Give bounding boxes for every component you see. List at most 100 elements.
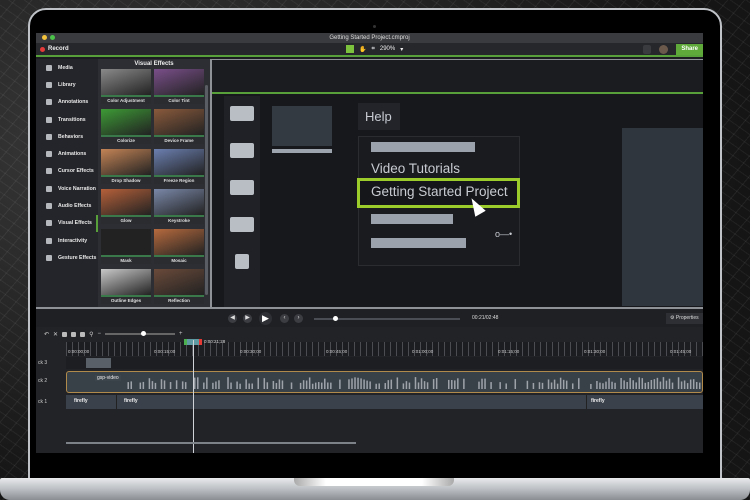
- pan-tool-icon[interactable]: ✋: [359, 46, 366, 53]
- animations-icon: [46, 151, 52, 158]
- undo-icon[interactable]: ↶: [44, 331, 49, 338]
- waveform-bar: [463, 378, 465, 389]
- ruler-tick-label: 0:00:45;00: [326, 349, 348, 354]
- panel-scrollbar[interactable]: [205, 85, 208, 295]
- waveform-bar: [327, 382, 329, 389]
- ruler-tick-label: 0:00:00;00: [68, 349, 90, 354]
- waveform-bar: [245, 379, 247, 389]
- chevron-down-icon[interactable]: ▾: [400, 46, 403, 53]
- effect-tile[interactable]: Color Tint: [154, 69, 204, 106]
- share-button[interactable]: Share: [676, 43, 703, 55]
- sidebar-item-gesture-effects[interactable]: Gesture Effects: [36, 249, 98, 266]
- minimize-button[interactable]: [42, 35, 47, 40]
- sidebar-item-animations[interactable]: Animations: [36, 145, 98, 162]
- waveform-bar: [212, 382, 214, 389]
- sidebar-item-audio-effects[interactable]: Audio Effects: [36, 197, 98, 214]
- sidebar-item-interactivity[interactable]: Interactivity: [36, 232, 98, 249]
- window-controls: [42, 35, 55, 40]
- microphone-icon[interactable]: [643, 44, 652, 54]
- properties-button[interactable]: ⚙ Properties: [666, 313, 703, 324]
- clip-name[interactable]: firefly: [124, 398, 138, 404]
- waveform-bar: [611, 381, 613, 389]
- step-back-button[interactable]: ◀: [228, 314, 237, 323]
- menu-item-placeholder[interactable]: [371, 142, 475, 152]
- sidebar-item-library[interactable]: Library: [36, 76, 98, 93]
- waveform-bar: [662, 377, 665, 389]
- right-toolbar: Share: [643, 43, 703, 55]
- sidebar-item-cursor-effects[interactable]: Cursor Effects: [36, 163, 98, 180]
- menu-item-placeholder[interactable]: [371, 214, 453, 224]
- previous-button[interactable]: ‹: [280, 314, 289, 323]
- effect-thumbnail: [154, 149, 204, 177]
- play-button[interactable]: ▶: [259, 312, 272, 325]
- effect-tile[interactable]: Mask: [101, 229, 151, 266]
- waveform-bar: [665, 380, 668, 389]
- waveform-bar: [215, 381, 217, 389]
- behaviors-icon: [235, 254, 249, 269]
- sidebar-item-behaviors[interactable]: Behaviors: [36, 128, 98, 145]
- arrow-tool-icon[interactable]: [346, 45, 354, 53]
- avatar[interactable]: [659, 44, 669, 54]
- copy-icon[interactable]: [62, 331, 68, 337]
- sidebar-item-transitions[interactable]: Transitions: [36, 111, 98, 128]
- search-icon[interactable]: ⚲: [89, 331, 93, 338]
- effect-tile[interactable]: Glow: [101, 189, 151, 226]
- sidebar-item-media[interactable]: Media: [36, 59, 98, 76]
- effect-tile[interactable]: Outline Edges: [101, 269, 151, 306]
- effect-label: Color Adjustment: [101, 97, 151, 104]
- effect-label: Device Frame: [154, 137, 204, 144]
- playhead-line[interactable]: [193, 340, 194, 453]
- sidebar-item-voice-narration[interactable]: Voice Narration: [36, 180, 98, 197]
- effect-tile[interactable]: Drop Shadow: [101, 149, 151, 186]
- waveform-bar: [451, 380, 453, 389]
- waveform-bar: [203, 382, 205, 389]
- effect-tile[interactable]: Reflection: [154, 269, 204, 306]
- ruler-tick-label: 0:01:00;00: [412, 349, 434, 354]
- effect-tile[interactable]: Color Adjustment: [101, 69, 151, 106]
- track-label: ck 1: [38, 399, 48, 405]
- waveform-bar: [142, 381, 145, 389]
- effect-tile[interactable]: Keystroke: [154, 189, 204, 226]
- next-button[interactable]: ›: [294, 314, 303, 323]
- zoom-in-icon[interactable]: +: [179, 331, 183, 337]
- sidebar-item-visual-effects[interactable]: Visual Effects: [36, 214, 98, 232]
- clip-name[interactable]: firefly: [74, 398, 88, 404]
- waveform-bar: [390, 379, 393, 389]
- waveform-bar: [290, 382, 293, 389]
- annotations-icon: [46, 99, 52, 106]
- canvas-tile: [272, 106, 332, 146]
- maximize-button[interactable]: [50, 35, 55, 40]
- timeline-scrollbar[interactable]: [66, 442, 356, 444]
- zoom-level[interactable]: 290%: [380, 46, 395, 52]
- clip-name[interactable]: firefly: [591, 398, 605, 404]
- waveform-bar: [435, 378, 438, 389]
- waveform-bar: [559, 377, 562, 389]
- paste-icon[interactable]: [71, 331, 77, 337]
- canvas-header-strip: [212, 60, 703, 94]
- menu-item-video-tutorials[interactable]: Video Tutorials: [371, 161, 460, 176]
- effect-tile[interactable]: Device Frame: [154, 109, 204, 146]
- clip-name[interactable]: gsp-video: [95, 375, 121, 381]
- effect-tile[interactable]: Mosaic: [154, 229, 204, 266]
- menu-item-getting-started[interactable]: Getting Started Project: [371, 184, 508, 199]
- timeline-zoom-slider[interactable]: [104, 331, 175, 337]
- effect-tile[interactable]: Freeze Region: [154, 149, 204, 186]
- record-button[interactable]: Record: [40, 46, 69, 52]
- waveform-bar: [635, 382, 637, 389]
- sidebar-item-annotations[interactable]: Annotations: [36, 94, 98, 111]
- waveform-bar: [602, 383, 604, 389]
- zoom-out-icon[interactable]: −: [97, 331, 101, 337]
- menu-item-placeholder[interactable]: [371, 238, 466, 248]
- clip[interactable]: [86, 358, 111, 368]
- library-icon: [46, 81, 52, 88]
- effect-tile[interactable]: Colorize: [101, 109, 151, 146]
- help-menu-title[interactable]: Help: [358, 103, 400, 130]
- waveform-bar: [454, 380, 456, 389]
- scrubber-knob[interactable]: [332, 316, 338, 321]
- step-forward-button[interactable]: ▶: [243, 314, 252, 323]
- split-icon[interactable]: [80, 331, 86, 337]
- cut-icon[interactable]: ✕: [53, 331, 58, 338]
- effect-label: Mask: [101, 257, 151, 264]
- crop-tool-icon[interactable]: ⌗: [371, 46, 374, 53]
- zoom-slider-knob[interactable]: [140, 331, 146, 337]
